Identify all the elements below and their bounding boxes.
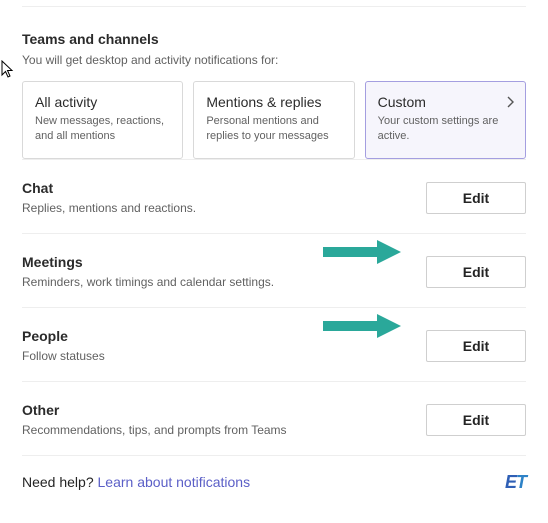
cursor-icon [1, 60, 17, 80]
help-prefix: Need help? [22, 474, 98, 490]
other-edit-button[interactable]: Edit [426, 404, 526, 436]
help-row: Need help? Learn about notifications ET [22, 455, 526, 493]
teams-channels-cards: All activity New messages, reactions, an… [22, 81, 526, 159]
card-title: Mentions & replies [206, 94, 341, 110]
card-sub: New messages, reactions, and all mention… [35, 114, 170, 144]
card-title: All activity [35, 94, 170, 110]
other-title: Other [22, 402, 426, 418]
teams-channels-desc: You will get desktop and activity notifi… [22, 53, 526, 67]
top-divider [22, 6, 526, 7]
people-edit-button[interactable]: Edit [426, 330, 526, 362]
card-all-activity[interactable]: All activity New messages, reactions, an… [22, 81, 183, 159]
meetings-title: Meetings [22, 254, 426, 270]
learn-about-notifications-link[interactable]: Learn about notifications [98, 474, 251, 490]
people-title: People [22, 328, 426, 344]
card-sub: Your custom settings are active. [378, 114, 513, 144]
teams-channels-title: Teams and channels [22, 31, 526, 47]
logo-et: ET [505, 472, 526, 493]
card-sub: Personal mentions and replies to your me… [206, 114, 341, 144]
card-mentions-replies[interactable]: Mentions & replies Personal mentions and… [193, 81, 354, 159]
row-chat: Chat Replies, mentions and reactions. Ed… [22, 159, 526, 233]
chat-desc: Replies, mentions and reactions. [22, 201, 426, 215]
row-people: People Follow statuses Edit [22, 307, 526, 381]
chat-title: Chat [22, 180, 426, 196]
row-other: Other Recommendations, tips, and prompts… [22, 381, 526, 455]
meetings-desc: Reminders, work timings and calendar set… [22, 275, 426, 289]
chat-edit-button[interactable]: Edit [426, 182, 526, 214]
row-meetings: Meetings Reminders, work timings and cal… [22, 233, 526, 307]
section-teams-channels: Teams and channels You will get desktop … [22, 31, 526, 159]
card-title: Custom [378, 94, 513, 110]
meetings-edit-button[interactable]: Edit [426, 256, 526, 288]
card-custom[interactable]: Custom Your custom settings are active. [365, 81, 526, 159]
other-desc: Recommendations, tips, and prompts from … [22, 423, 426, 437]
people-desc: Follow statuses [22, 349, 426, 363]
chevron-right-icon [505, 95, 515, 111]
